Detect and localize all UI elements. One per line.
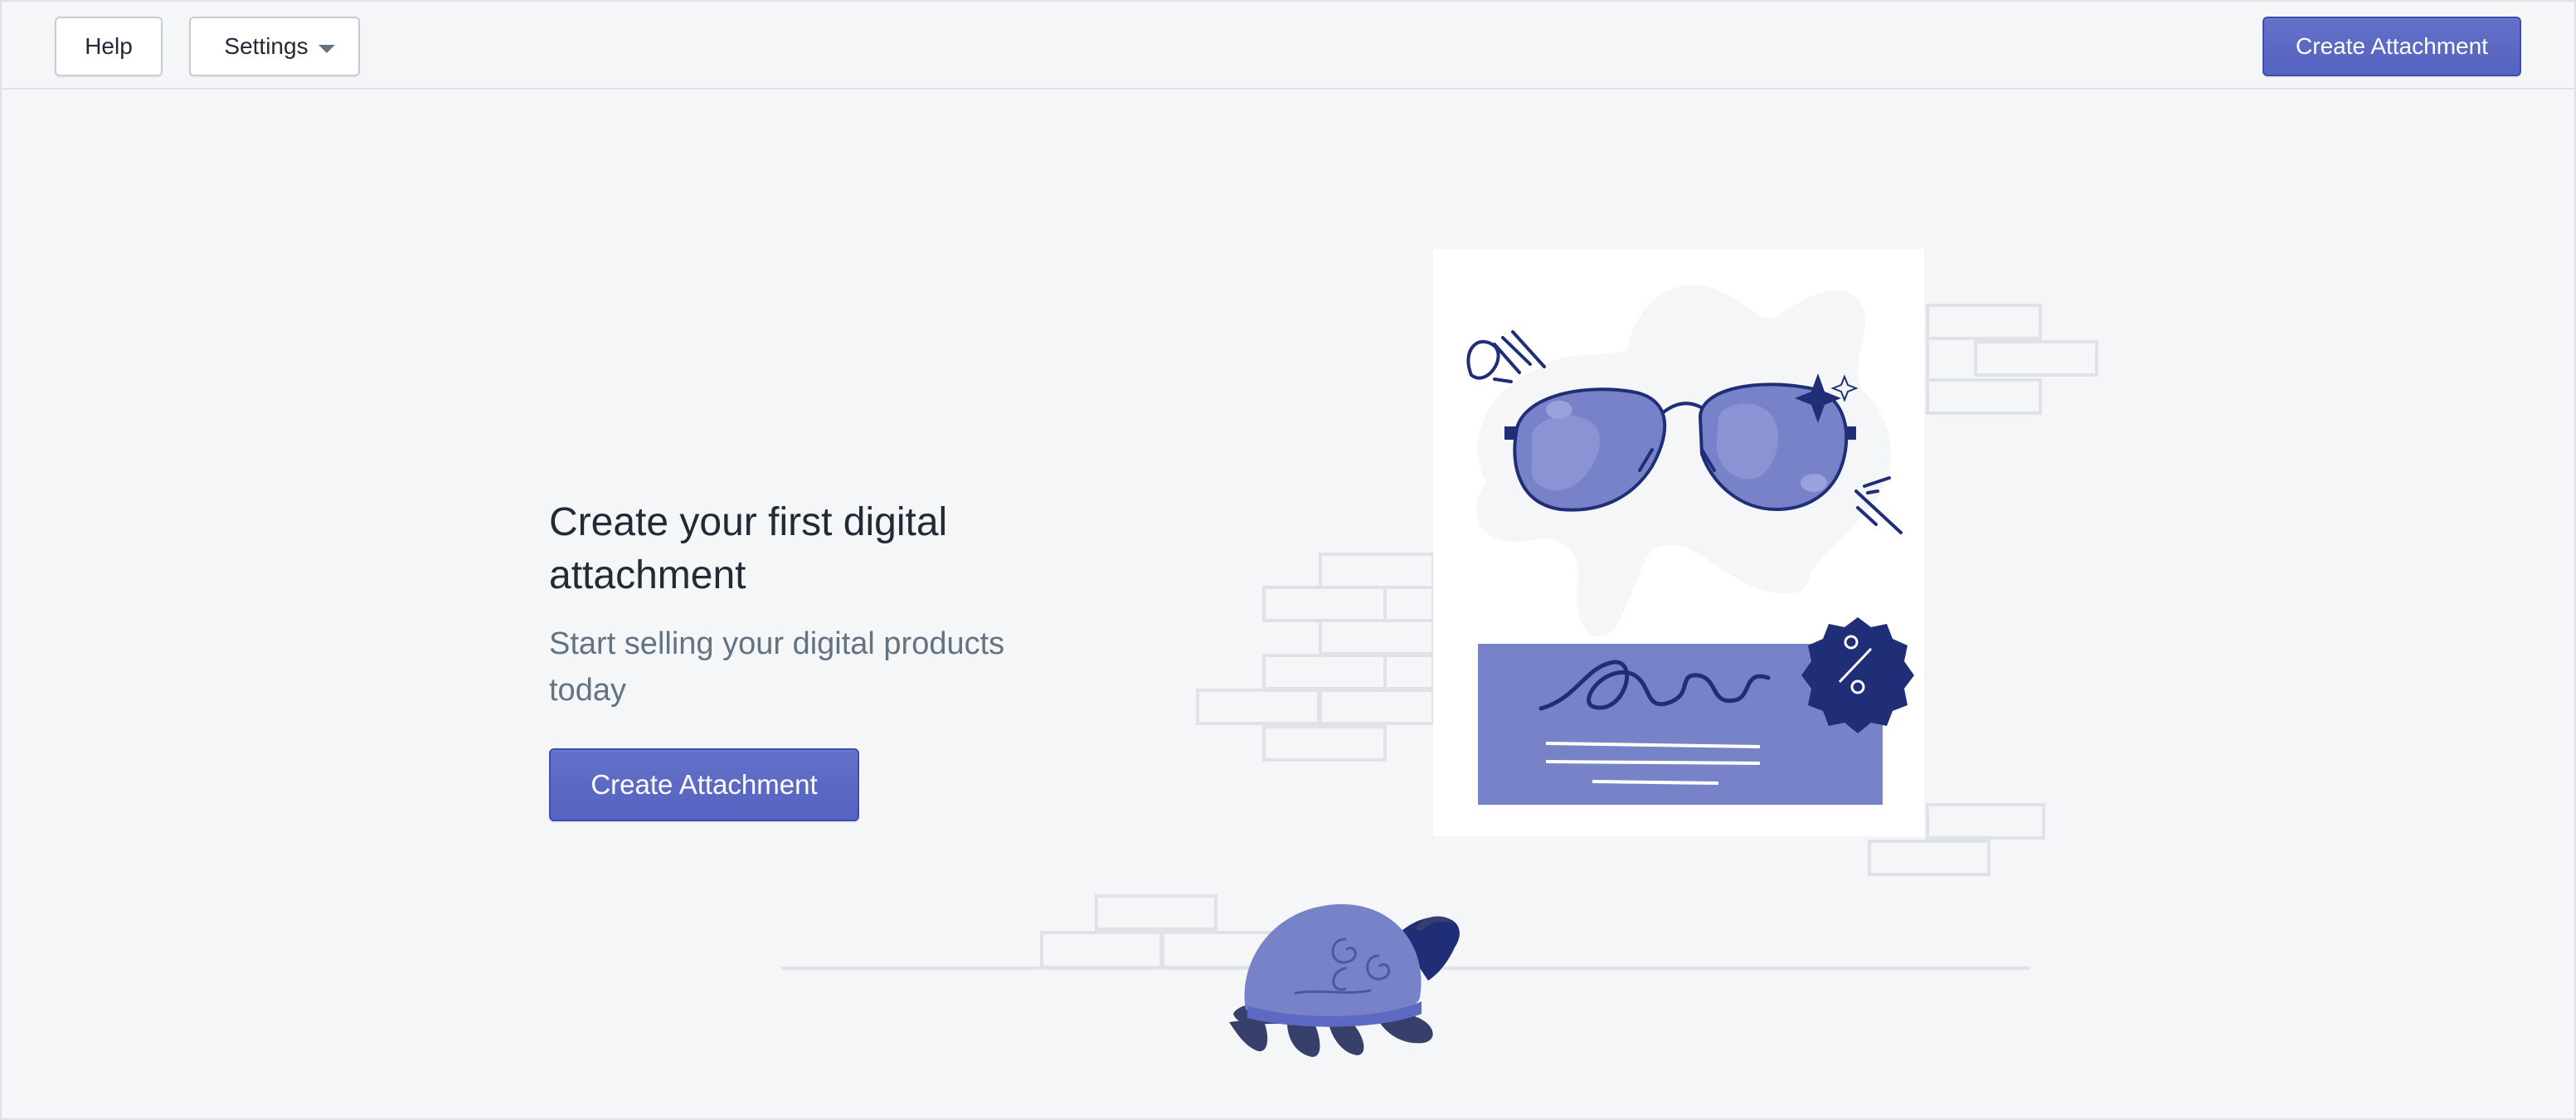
empty-state-subheading: Start selling your digital products toda… (549, 626, 1005, 708)
top-bar: Help Settings Create Attachment (2, 2, 2574, 90)
settings-dropdown-button[interactable]: Settings (189, 17, 360, 76)
empty-state-content: Create your first digital attachment Sta… (549, 496, 1063, 713)
poster-illustration (1433, 249, 1924, 836)
help-button-label: Help (85, 33, 133, 59)
page: Help Settings Create Attachment Create y… (0, 0, 2576, 1120)
caret-down-icon (318, 45, 335, 53)
create-attachment-button[interactable]: Create Attachment (549, 748, 859, 821)
turtle-icon (1229, 903, 1460, 1057)
create-attachment-button-top[interactable]: Create Attachment (2263, 17, 2521, 76)
settings-button-label: Settings (224, 33, 309, 59)
help-button[interactable]: Help (55, 17, 163, 76)
empty-state-heading: Create your first digital attachment (549, 500, 948, 597)
create-attachment-label: Create Attachment (591, 769, 818, 800)
create-attachment-top-label: Create Attachment (2296, 33, 2488, 59)
